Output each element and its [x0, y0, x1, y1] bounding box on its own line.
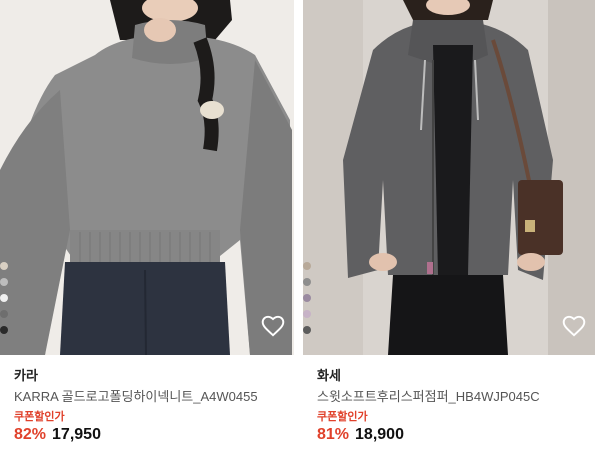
heart-outline-icon[interactable]	[561, 313, 587, 339]
color-swatch[interactable]	[0, 294, 8, 302]
sale-price: 17,950	[52, 426, 101, 443]
heart-outline-icon[interactable]	[260, 313, 286, 339]
price-line: 82% 17,950	[14, 426, 101, 444]
product-image[interactable]	[303, 0, 595, 355]
product-card[interactable]: 카라 KARRA 골드로고폴딩하이넥니트_A4W0455 쿠폰할인가 82% 17…	[0, 0, 294, 456]
discount-rate: 81%	[317, 426, 350, 443]
product-card[interactable]: 화세 스윗소프트후리스퍼점퍼_HB4WJP045C 쿠폰할인가 81% 18,90…	[303, 0, 595, 456]
color-swatch[interactable]	[0, 310, 8, 318]
price-line: 81% 18,900	[317, 426, 404, 444]
product-name[interactable]: KARRA 골드로고폴딩하이넥니트_A4W0455	[14, 386, 258, 405]
color-swatch[interactable]	[0, 262, 8, 270]
product-grid: 카라 KARRA 골드로고폴딩하이넥니트_A4W0455 쿠폰할인가 82% 17…	[0, 0, 595, 456]
color-swatch[interactable]	[303, 294, 311, 302]
sale-price: 18,900	[355, 426, 404, 443]
brand-name[interactable]: 카라	[14, 365, 38, 384]
color-swatch[interactable]	[303, 326, 311, 334]
color-swatches	[0, 262, 8, 342]
product-image[interactable]	[0, 0, 294, 355]
product-name[interactable]: 스윗소프트후리스퍼점퍼_HB4WJP045C	[317, 386, 540, 405]
coupon-price-label: 쿠폰할인가	[14, 411, 65, 423]
color-swatch[interactable]	[303, 262, 311, 270]
color-swatch[interactable]	[0, 278, 8, 286]
coupon-price-label: 쿠폰할인가	[317, 411, 368, 423]
discount-rate: 82%	[14, 426, 47, 443]
color-swatch[interactable]	[0, 326, 8, 334]
brand-name[interactable]: 화세	[317, 365, 341, 384]
color-swatch[interactable]	[303, 310, 311, 318]
color-swatches	[303, 262, 311, 342]
color-swatch[interactable]	[303, 278, 311, 286]
